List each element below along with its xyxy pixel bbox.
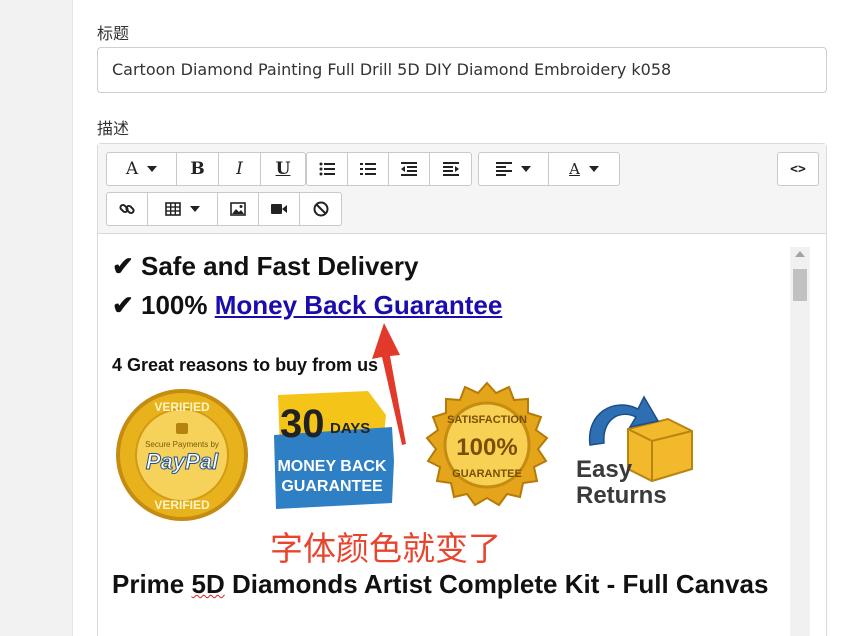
font-style-icon: A <box>125 159 139 179</box>
delivery-line: ✔ Safe and Fast Delivery <box>112 251 419 281</box>
guarantee-line: ✔ 100% Money Back Guarantee <box>112 290 502 321</box>
table-icon <box>165 202 181 216</box>
code-view-button[interactable]: <> <box>778 153 818 185</box>
svg-text:Easy: Easy <box>576 456 633 483</box>
unordered-list-icon <box>319 162 335 176</box>
insert-group <box>106 192 342 226</box>
title-input[interactable]: Cartoon Diamond Painting Full Drill 5D D… <box>97 47 827 93</box>
paragraph-align-icon <box>496 162 512 176</box>
chevron-down-icon <box>521 166 531 172</box>
ordered-list-button[interactable] <box>348 153 389 185</box>
clear-format-button[interactable] <box>300 193 341 225</box>
font-style-dropdown[interactable]: A <box>107 153 177 185</box>
product-heading-suffix: Diamonds Artist Complete Kit - Full Canv… <box>224 569 769 599</box>
easy-returns-badge: Easy Returns <box>576 395 693 509</box>
svg-text:DAYS: DAYS <box>330 420 370 437</box>
chevron-down-icon <box>588 166 599 172</box>
style-group: A B I U <box>106 152 306 186</box>
svg-text:MONEY BACK: MONEY BACK <box>277 458 386 475</box>
svg-text:Secure Payments by: Secure Payments by <box>145 440 219 449</box>
image-button[interactable] <box>218 193 259 225</box>
video-button[interactable] <box>259 193 300 225</box>
spellcheck-word: 5D <box>191 569 225 599</box>
editor-content[interactable]: ✔ Safe and Fast Delivery ✔ 100% Money Ba… <box>98 235 826 636</box>
paragraph-align-dropdown[interactable] <box>479 153 549 185</box>
scroll-up-icon[interactable] <box>795 251 805 257</box>
scroll-thumb[interactable] <box>793 269 807 301</box>
annotation-arrow <box>372 323 406 445</box>
chevron-down-icon <box>147 166 158 172</box>
editor-scrollbar[interactable] <box>790 247 810 636</box>
underline-icon: U <box>275 159 291 179</box>
svg-text:PayPal: PayPal <box>146 449 219 474</box>
product-edit-panel: 标题 Cartoon Diamond Painting Full Drill 5… <box>72 0 868 636</box>
svg-text:100%: 100% <box>456 434 517 461</box>
svg-text:GUARANTEE: GUARANTEE <box>452 468 522 480</box>
align-color-group: A <box>478 152 620 186</box>
video-icon <box>271 204 287 214</box>
product-heading-prefix: Prime <box>112 569 192 599</box>
link-button[interactable] <box>107 193 148 225</box>
indent-button[interactable] <box>430 153 471 185</box>
svg-text:GUARANTEE: GUARANTEE <box>281 478 383 495</box>
annotation-text: 字体颜色就变了 <box>270 529 501 568</box>
bold-icon: B <box>190 159 205 179</box>
svg-text:30: 30 <box>280 402 325 446</box>
ordered-list-icon <box>360 163 376 175</box>
image-icon <box>230 202 246 216</box>
table-dropdown[interactable] <box>148 193 218 225</box>
list-group <box>306 152 472 186</box>
link-icon <box>119 203 135 215</box>
font-color-icon: A <box>569 160 580 178</box>
product-heading: Prime 5D Diamonds Artist Complete Kit - … <box>112 565 772 604</box>
description-label: 描述 <box>97 119 130 138</box>
svg-text:VERIFIED: VERIFIED <box>154 400 210 414</box>
clear-format-icon <box>313 201 328 217</box>
money-back-link[interactable]: Money Back Guarantee <box>215 290 503 320</box>
unordered-list-button[interactable] <box>307 153 348 185</box>
svg-text:SATISFACTION: SATISFACTION <box>447 414 527 426</box>
outdent-icon <box>401 162 417 176</box>
code-icon: <> <box>790 161 806 177</box>
editor-toolbar: A B I U A <> <box>98 144 826 234</box>
italic-icon: I <box>236 159 243 179</box>
svg-text:Returns: Returns <box>576 482 667 509</box>
satisfaction-guarantee-badge: SATISFACTION 100% GUARANTEE <box>425 381 549 507</box>
chevron-down-icon <box>190 206 200 212</box>
svg-text:VERIFIED: VERIFIED <box>154 498 210 512</box>
bold-button[interactable]: B <box>177 153 219 185</box>
code-view-group: <> <box>777 152 819 186</box>
reasons-heading: 4 Great reasons to buy from us <box>112 355 379 375</box>
guarantee-prefix: ✔ 100% <box>112 290 215 320</box>
title-label: 标题 <box>97 24 130 43</box>
font-color-dropdown[interactable]: A <box>549 153 619 185</box>
rich-text-editor: A B I U A <> ✔ Safe and Fast Delivery ✔ … <box>97 143 827 636</box>
italic-button[interactable]: I <box>219 153 261 185</box>
indent-icon <box>442 162 459 176</box>
paypal-verified-badge: VERIFIED Secure Payments by PayPal VERIF… <box>116 389 248 521</box>
underline-button[interactable]: U <box>261 153 305 185</box>
outdent-button[interactable] <box>389 153 430 185</box>
